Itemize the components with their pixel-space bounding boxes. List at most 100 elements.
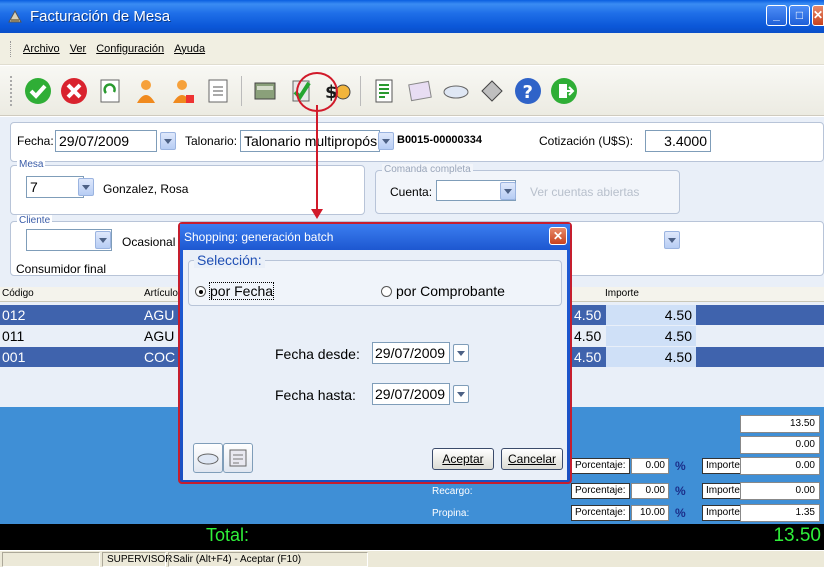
cell-precio: 4.50 xyxy=(574,328,602,344)
toolbar-separator xyxy=(360,75,361,106)
red-x-icon xyxy=(61,77,87,104)
dialog-close-button[interactable]: ✕ xyxy=(549,227,567,245)
col-articulo[interactable]: Artículo xyxy=(144,288,178,299)
report-button[interactable] xyxy=(369,76,399,106)
aceptar-button[interactable]: Aceptar xyxy=(432,448,494,470)
list-document-button[interactable] xyxy=(203,76,233,106)
fecha-field[interactable]: 29/07/2009 xyxy=(55,130,157,152)
card-icon xyxy=(443,85,469,98)
propina-importe-field[interactable]: 1.35 xyxy=(740,504,820,522)
talonario-label: Talonario: xyxy=(185,134,238,148)
exit-button[interactable] xyxy=(549,76,579,106)
minimize-button[interactable]: _ xyxy=(766,5,787,26)
close-window-button[interactable]: ✕ xyxy=(812,5,824,26)
help-icon: ? xyxy=(515,77,541,104)
cell-precio: 4.50 xyxy=(574,307,602,323)
notes-icon xyxy=(229,449,247,467)
cash-register-button[interactable] xyxy=(250,76,280,106)
recargo-importe-field[interactable]: 0.00 xyxy=(740,482,820,500)
fecha-hasta-field[interactable]: 29/07/2009 xyxy=(372,383,450,405)
propina-label: Propina: xyxy=(432,508,470,519)
menubar-grip xyxy=(10,40,13,57)
cliente-tipo: Ocasional xyxy=(122,235,176,249)
fecha-hasta-label: Fecha hasta: xyxy=(275,387,356,403)
cell-importe: 4.50 xyxy=(606,347,696,367)
cuenta-dropdown-button[interactable] xyxy=(500,182,516,200)
seleccion-legend: Selección: xyxy=(194,252,265,268)
user-edit-button[interactable] xyxy=(167,76,197,106)
card-button[interactable] xyxy=(441,76,471,106)
tools-button[interactable] xyxy=(477,76,507,106)
mesa-title: Mesa xyxy=(17,159,46,170)
fecha-hasta-dropdown[interactable] xyxy=(453,385,469,403)
list-document-icon xyxy=(208,79,228,102)
cell-codigo: 001 xyxy=(2,349,26,365)
notes-button[interactable] xyxy=(405,76,435,106)
cliente-extra-dropdown[interactable] xyxy=(664,231,680,249)
user-icon xyxy=(137,79,155,103)
comprobante-number: B0015-00000334 xyxy=(397,134,483,146)
radio-dot xyxy=(381,285,392,297)
cancelar-button[interactable]: Cancelar xyxy=(501,448,563,470)
help-button[interactable]: ? xyxy=(513,76,543,106)
cell-codigo: 011 xyxy=(2,328,25,344)
mesa-client-name: Gonzalez, Rosa xyxy=(103,182,189,196)
dialog-card-button[interactable] xyxy=(193,443,223,473)
highlight-arrowhead xyxy=(311,209,323,219)
menu-ver[interactable]: Ver xyxy=(70,43,87,55)
mesa-number-field[interactable]: 7 xyxy=(26,176,84,198)
total-label: Total: xyxy=(206,525,250,545)
descuento-porcentaje-field[interactable]: 0.00 xyxy=(631,458,669,474)
window-titlebar[interactable]: Facturación de Mesa _ □ ✕ xyxy=(0,0,824,33)
menu-configuracion[interactable]: Configuración xyxy=(96,43,164,55)
cell-importe: 4.50 xyxy=(606,326,696,346)
cliente-condicion: Consumidor final xyxy=(16,262,107,276)
radio-por-fecha-label: por Fecha xyxy=(208,282,275,300)
toolbar-separator xyxy=(241,75,242,106)
cancelar-label: Cancelar xyxy=(507,452,557,466)
dialog-notes-button[interactable] xyxy=(223,443,253,473)
cotizacion-field[interactable]: 3.4000 xyxy=(645,130,711,152)
cliente-dropdown-button[interactable] xyxy=(95,231,111,249)
user-orange-button[interactable] xyxy=(131,76,161,106)
propina-porcentaje-field[interactable]: 10.00 xyxy=(631,505,669,521)
radio-por-comprobante-label: por Comprobante xyxy=(396,283,505,299)
user-edit-icon xyxy=(173,79,194,103)
comanda-completa-label[interactable]: Comanda completa xyxy=(382,164,473,175)
col-importe[interactable]: Importe xyxy=(605,288,639,299)
mesa-dropdown-button[interactable] xyxy=(78,178,94,196)
recargo-label: Recargo: xyxy=(432,486,473,497)
recargo-porcentaje-field[interactable]: 0.00 xyxy=(631,483,669,499)
talonario-field[interactable]: Talonario multipropósito E xyxy=(240,130,380,152)
descuento-importe-field[interactable]: 0.00 xyxy=(740,457,820,475)
aceptar-label: Aceptar xyxy=(442,452,484,466)
green-check-icon xyxy=(25,77,51,104)
radio-por-comprobante[interactable]: por Comprobante xyxy=(381,283,505,299)
fecha-desde-dropdown[interactable] xyxy=(453,344,469,362)
tools-icon xyxy=(481,79,503,102)
menu-ayuda[interactable]: Ayuda xyxy=(174,43,205,55)
dialog-titlebar[interactable]: Shopping: generación batch xyxy=(180,224,570,250)
fecha-dropdown-button[interactable] xyxy=(160,132,176,150)
radio-por-fecha[interactable]: por Fecha xyxy=(195,282,275,300)
report-icon xyxy=(375,79,393,102)
accept-toolbar-button[interactable] xyxy=(23,76,53,106)
status-user: SUPERVISOR xyxy=(102,552,172,567)
cotizacion-label: Cotización (U$S): xyxy=(539,134,634,148)
propina-porcentaje-button[interactable]: Porcentaje: xyxy=(571,505,630,521)
cancel-toolbar-button[interactable] xyxy=(59,76,89,106)
maximize-button[interactable]: □ xyxy=(789,5,810,26)
cliente-title: Cliente xyxy=(17,215,53,226)
recargo-pct-sign: % xyxy=(675,484,686,498)
recargo-porcentaje-button[interactable]: Porcentaje: xyxy=(571,483,630,499)
exit-icon xyxy=(551,77,577,104)
talonario-dropdown-button[interactable] xyxy=(378,132,394,150)
refresh-document-button[interactable] xyxy=(95,76,125,106)
ver-cuentas-abiertas-checkbox[interactable]: Ver cuentas abiertas xyxy=(530,185,639,199)
descuento-porcentaje-button[interactable]: Porcentaje: xyxy=(571,458,630,474)
col-codigo[interactable]: Código xyxy=(2,288,34,299)
cell-articulo: AGU xyxy=(144,328,175,344)
fecha-desde-field[interactable]: 29/07/2009 xyxy=(372,342,450,364)
refresh-document-icon xyxy=(100,79,120,102)
menu-archivo[interactable]: Archivo xyxy=(23,43,60,55)
